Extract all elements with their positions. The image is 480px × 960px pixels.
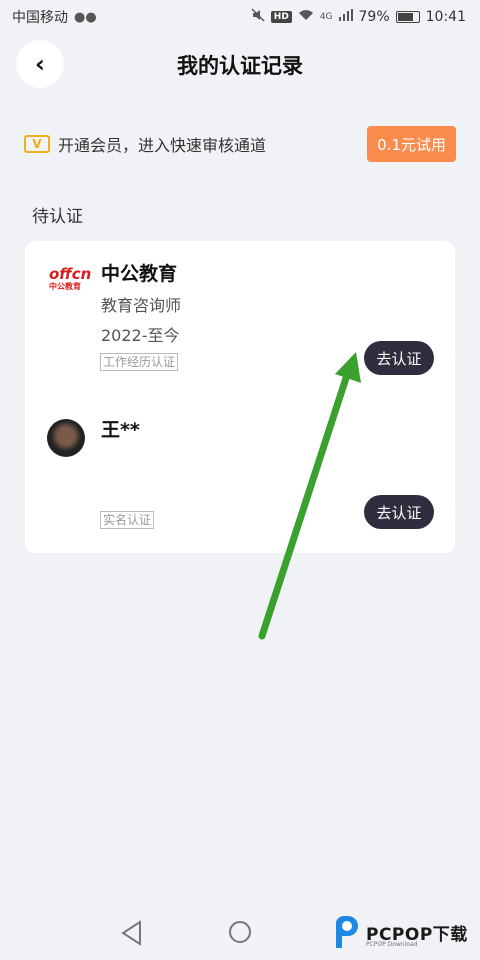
- logo-wordmark: offcn: [49, 265, 92, 283]
- record-type-tag: 工作经历认证: [100, 353, 179, 371]
- wechat-icon: ●●: [74, 9, 97, 25]
- trial-button[interactable]: 0.1元试用: [367, 126, 456, 162]
- vip-banner[interactable]: V 开通会员，进入快速审核通道 0.1元试用: [24, 124, 456, 164]
- nav-home-icon[interactable]: [229, 921, 251, 943]
- record-period: 2022-至今: [101, 326, 180, 345]
- watermark-logo-icon: [336, 915, 358, 948]
- section-title-pending: 待认证: [32, 207, 83, 227]
- watermark-subtext: PCPOP Download: [366, 941, 418, 948]
- record-item: offcn 中公教育 中公教育 教育咨询师 2022-至今 工作经历认证 去认证: [25, 257, 455, 387]
- nav-back-icon[interactable]: [120, 920, 144, 946]
- pending-records-card: offcn 中公教育 中公教育 教育咨询师 2022-至今 工作经历认证 去认证…: [25, 241, 455, 553]
- signal-icon: [338, 9, 353, 25]
- hd-badge: HD: [270, 11, 292, 23]
- record-item: 王** 实名认证 去认证: [25, 413, 455, 543]
- clock: 10:41: [425, 9, 466, 25]
- record-name: 王**: [101, 419, 140, 441]
- carrier-label: 中国移动: [12, 10, 68, 26]
- status-bar: 中国移动 ●● HD 4G 79% 10:41: [0, 0, 480, 34]
- record-name: 中公教育: [101, 263, 178, 285]
- battery-percent: 79%: [358, 9, 390, 25]
- go-verify-button[interactable]: 去认证: [364, 341, 434, 375]
- header: ‹ 我的认证记录: [0, 38, 480, 94]
- mute-icon: [251, 8, 265, 26]
- company-logo: offcn 中公教育: [49, 267, 101, 297]
- vip-badge-icon: V: [24, 135, 50, 153]
- record-type-tag: 实名认证: [100, 511, 155, 529]
- network-type: 4G: [319, 12, 333, 22]
- go-verify-button[interactable]: 去认证: [364, 495, 434, 529]
- wifi-icon: [298, 9, 314, 25]
- avatar: [47, 419, 85, 457]
- record-role: 教育咨询师: [101, 296, 182, 315]
- status-right: HD 4G 79% 10:41: [251, 8, 466, 26]
- page-title: 我的认证记录: [177, 54, 303, 78]
- status-left: 中国移动 ●●: [12, 7, 97, 27]
- watermark: PCPOP下载 PCPOP Download: [332, 914, 480, 954]
- battery-icon: [395, 11, 420, 23]
- logo-subtext: 中公教育: [49, 282, 81, 291]
